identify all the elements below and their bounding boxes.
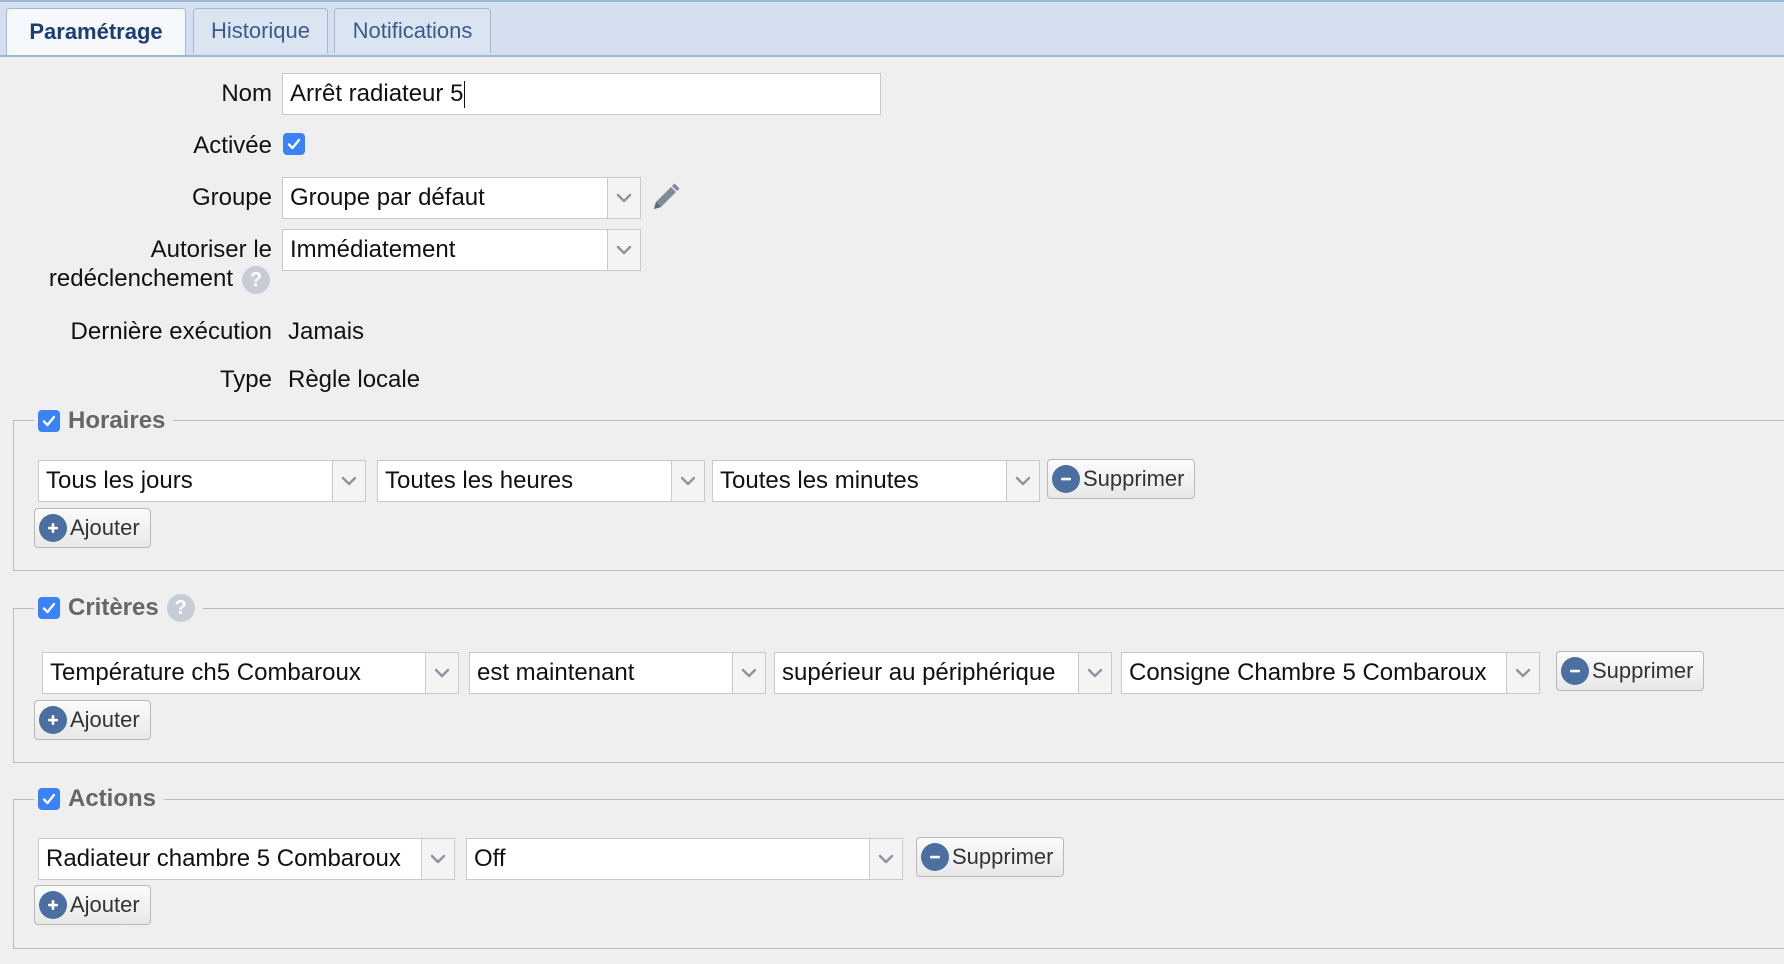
tab-historique[interactable]: Historique — [193, 8, 328, 53]
nom-input-value: Arrêt radiateur 5 — [290, 80, 464, 107]
horaires-remove-label: Supprimer — [1083, 466, 1185, 491]
chevron-down-icon — [421, 839, 454, 879]
horaires-hour-value: Toutes les heures — [385, 467, 574, 494]
criteres-device-value: Température ch5 Combaroux — [50, 659, 361, 686]
autoriser-label: Autoriser le — [150, 236, 272, 263]
groupe-select[interactable]: Groupe par défaut — [282, 177, 641, 219]
horaires-title: Horaires — [68, 407, 166, 434]
redeclenchement-label: redéclenchement — [48, 265, 233, 292]
criteres-legend: Critères ? — [34, 592, 203, 624]
chevron-down-icon — [425, 653, 458, 693]
minus-circle-icon — [1561, 657, 1589, 685]
checkmark-icon — [286, 136, 302, 152]
actions-remove-button[interactable]: Supprimer — [916, 837, 1065, 877]
minus-circle-icon — [1052, 465, 1080, 493]
autoriser-select[interactable]: Immédiatement — [282, 229, 641, 271]
actions-command-value: Off — [474, 845, 506, 872]
chevron-down-icon — [332, 461, 365, 501]
horaires-day-value: Tous les jours — [46, 467, 193, 494]
nom-input[interactable]: Arrêt radiateur 5 — [282, 73, 881, 115]
criteres-operator-value: supérieur au périphérique — [782, 659, 1056, 686]
tab-parametrage[interactable]: Paramétrage — [6, 8, 186, 55]
actions-device-select[interactable]: Radiateur chambre 5 Combaroux — [38, 838, 455, 880]
horaires-minute-value: Toutes les minutes — [720, 467, 919, 494]
criteres-timing-select[interactable]: est maintenant — [469, 652, 766, 694]
type-label: Type — [219, 366, 272, 393]
actions-command-select[interactable]: Off — [466, 838, 903, 880]
criteres-operator-select[interactable]: supérieur au périphérique — [774, 652, 1112, 694]
criteres-add-button[interactable]: Ajouter — [34, 700, 151, 740]
checkmark-icon — [41, 600, 57, 616]
criteres-add-label: Ajouter — [70, 707, 140, 732]
criteres-timing-value: est maintenant — [477, 659, 635, 686]
criteres-title: Critères — [68, 594, 159, 621]
chevron-down-icon — [607, 178, 640, 218]
actions-title: Actions — [68, 785, 157, 812]
chevron-down-icon — [732, 653, 765, 693]
horaires-checkbox[interactable] — [38, 410, 60, 432]
derniere-execution-label: Dernière exécution — [70, 318, 272, 345]
plus-circle-icon — [39, 706, 67, 734]
actions-legend: Actions — [34, 784, 165, 814]
activee-label: Activée — [193, 132, 272, 159]
nom-label: Nom — [221, 80, 272, 107]
autoriser-select-value: Immédiatement — [290, 236, 456, 263]
plus-circle-icon — [39, 891, 67, 919]
actions-add-button[interactable]: Ajouter — [34, 885, 151, 925]
horaires-add-button[interactable]: Ajouter — [34, 508, 151, 548]
plus-circle-icon — [39, 514, 67, 542]
actions-device-value: Radiateur chambre 5 Combaroux — [46, 845, 401, 872]
chevron-down-icon — [1006, 461, 1039, 501]
horaires-add-label: Ajouter — [70, 515, 140, 540]
criteres-remove-label: Supprimer — [1592, 658, 1694, 683]
criteres-remove-button[interactable]: Supprimer — [1556, 651, 1705, 691]
actions-checkbox[interactable] — [38, 788, 60, 810]
activee-checkbox[interactable] — [283, 133, 305, 155]
pencil-icon[interactable] — [648, 181, 682, 215]
criteres-device-select[interactable]: Température ch5 Combaroux — [42, 652, 459, 694]
groupe-label: Groupe — [191, 184, 272, 211]
chevron-down-icon — [869, 839, 902, 879]
tab-bar: Paramétrage Historique Notifications — [0, 0, 1784, 57]
tab-notifications[interactable]: Notifications — [334, 8, 491, 53]
chevron-down-icon — [1506, 653, 1539, 693]
horaires-remove-button[interactable]: Supprimer — [1047, 459, 1196, 499]
minus-circle-icon — [921, 843, 949, 871]
text-cursor — [464, 80, 466, 108]
horaires-minute-select[interactable]: Toutes les minutes — [712, 460, 1040, 502]
type-value: Règle locale — [288, 366, 421, 393]
chevron-down-icon — [607, 230, 640, 270]
actions-remove-label: Supprimer — [952, 844, 1054, 869]
horaires-legend: Horaires — [34, 406, 174, 436]
help-icon[interactable]: ? — [242, 266, 270, 294]
actions-add-label: Ajouter — [70, 892, 140, 917]
groupe-select-value: Groupe par défaut — [290, 184, 485, 211]
horaires-day-select[interactable]: Tous les jours — [38, 460, 366, 502]
derniere-execution-value: Jamais — [288, 318, 365, 345]
chevron-down-icon — [1078, 653, 1111, 693]
help-icon[interactable]: ? — [166, 594, 195, 622]
horaires-hour-select[interactable]: Toutes les heures — [377, 460, 705, 502]
checkmark-icon — [41, 791, 57, 807]
criteres-checkbox[interactable] — [38, 597, 60, 619]
criteres-target-select[interactable]: Consigne Chambre 5 Combaroux — [1121, 652, 1540, 694]
checkmark-icon — [41, 413, 57, 429]
criteres-target-value: Consigne Chambre 5 Combaroux — [1129, 659, 1487, 686]
chevron-down-icon — [671, 461, 704, 501]
